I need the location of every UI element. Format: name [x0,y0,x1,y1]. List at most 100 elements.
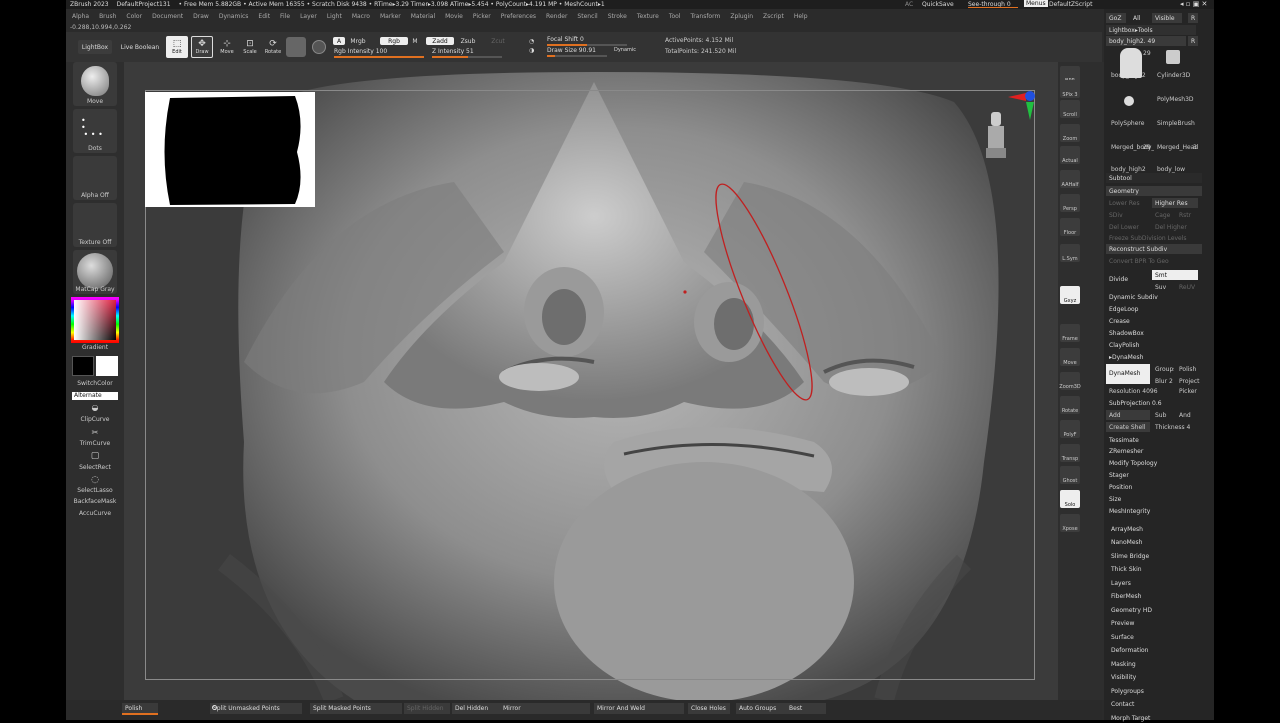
bottom-splitmasked-button[interactable]: Split Masked Points [310,703,402,714]
panel-t1n[interactable]: 29 [1140,48,1154,58]
right-zoom3d-button[interactable]: Zoom3D [1059,372,1081,390]
window-controls[interactable]: ◂ ▫ ▣ ✕ [1180,0,1207,8]
panel-nanomesh[interactable]: NanoMesh [1108,538,1204,548]
bottom-splitunmasked-button[interactable]: Split Unmasked Points [210,703,302,714]
panel-r[interactable]: R [1188,13,1198,23]
panel-deformation[interactable]: Deformation [1108,646,1204,656]
panel-suv[interactable]: Suv [1152,282,1172,292]
menu-item-edit[interactable]: Edit [258,13,270,20]
right-xpose-button[interactable]: Xpose [1060,514,1080,532]
right-actual-button[interactable]: Actual [1060,146,1080,164]
menu-item-file[interactable]: File [280,13,290,20]
panel-dynamesh[interactable]: ▸DynaMesh [1106,352,1202,362]
menu-item-color[interactable]: Color [126,13,142,20]
accucurve-button[interactable]: AccuCurve [66,510,124,517]
panel-polish[interactable]: Polish [1176,364,1198,374]
zsub-button[interactable]: Zsub [456,37,480,45]
panel-masking[interactable]: Masking [1108,659,1204,669]
panel-t5[interactable]: SimpleBrush [1154,118,1200,128]
panel-convert[interactable]: Convert BPR To Geo [1106,256,1202,266]
panel-subproj[interactable]: SubProjection 0.6 [1106,398,1202,408]
secondary-color-swatch[interactable] [72,356,94,376]
panel-picker[interactable]: Picker [1176,386,1202,396]
zcut-button[interactable]: Zcut [488,37,508,45]
edit-button[interactable]: ⬚ Edit [166,36,188,58]
bottom-splithidden-button[interactable]: Split Hidden [404,703,450,714]
panel-freeze[interactable]: Freeze SubDivision Levels [1106,233,1202,243]
focal-shift-slider[interactable]: Focal Shift 0 [547,36,584,43]
panel-lightboxtools[interactable]: Lightbox▸Tools [1106,25,1196,35]
draw-size-slider[interactable]: Draw Size 90.91 [547,47,596,54]
panel-t8n[interactable]: 29 [1140,142,1154,152]
right-spix-button[interactable]: SPix 3 [1060,80,1080,98]
panel-higherres[interactable]: Higher Res [1152,198,1198,208]
menu-item-transform[interactable]: Transform [690,13,720,20]
menu-item-preferences[interactable]: Preferences [501,13,536,20]
bottom-closeholes-button[interactable]: Close Holes [688,703,730,714]
panel-bodyhigh[interactable]: body_high2. 49 [1106,36,1186,46]
panel-size[interactable]: Size [1106,494,1202,504]
menu-item-stroke[interactable]: Stroke [608,13,627,20]
panel-visible[interactable]: Visible [1152,13,1182,23]
bottom-best-button[interactable]: Best [786,703,826,714]
panel-cage[interactable]: Cage [1152,210,1172,220]
rgb-intensity-slider[interactable]: Rgb Intensity 100 [334,48,387,55]
panel-thickness[interactable]: Thickness 4 [1152,422,1198,432]
color-sphere-icon[interactable] [312,40,326,54]
panel-createshell[interactable]: Create Shell [1106,422,1150,432]
panel-contact[interactable]: Contact [1108,700,1204,710]
menu-item-draw[interactable]: Draw [193,13,209,20]
panel-fibermesh[interactable]: FiberMesh [1108,592,1204,602]
panel-geohd[interactable]: Geometry HD [1108,605,1204,615]
m-button[interactable]: M [410,37,420,45]
panel-reconstruct[interactable]: Reconstruct Subdiv [1106,244,1202,254]
menu-item-layer[interactable]: Layer [300,13,317,20]
zadd-button[interactable]: Zadd [426,37,454,45]
dynamic-toggle[interactable]: Dynamic [614,47,636,53]
panel-goz[interactable]: GoZ [1106,13,1126,23]
trimcurve-button[interactable]: TrimCurve [66,440,124,447]
bottom-mirrorweld-button[interactable]: Mirror And Weld [594,703,684,714]
panel-shadowbox[interactable]: ShadowBox [1106,328,1202,338]
scale-button[interactable]: ⊡ Scale [239,36,261,58]
panel-tessimate[interactable]: Tessimate [1106,435,1202,445]
alternate-button[interactable]: Alternate [72,392,118,400]
panel-morph[interactable]: Morph Target [1108,713,1204,723]
right-ghost-button[interactable]: Ghost [1060,466,1080,484]
right-floor-button[interactable]: Floor [1060,218,1080,236]
panel-surface[interactable]: Surface [1108,632,1204,642]
right-frame-button[interactable]: Frame [1060,324,1080,342]
panel-slime[interactable]: Slime Bridge [1108,551,1204,561]
a-button[interactable]: A [333,37,345,45]
bottom-autogroups-button[interactable]: Auto Groups [736,703,786,714]
panel-lowerres[interactable]: Lower Res [1106,198,1152,208]
selectrect-button[interactable]: SelectRect [66,464,124,471]
right-aahalf-button[interactable]: AAHalf [1060,170,1080,188]
panel-crease[interactable]: Crease [1106,316,1202,326]
panel-delhigher[interactable]: Del Higher [1152,222,1198,232]
panel-subtool[interactable]: Subtool [1106,173,1202,183]
panel-stager[interactable]: Stager [1106,470,1202,480]
panel-smt[interactable]: Smt [1152,270,1198,280]
switchcolor-button[interactable]: SwitchColor [66,380,124,387]
panel-modtopo[interactable]: Modify Topology [1106,458,1202,468]
panel-layers[interactable]: Layers [1108,578,1204,588]
right-move-button[interactable]: Move [1060,348,1080,366]
right-transp-button[interactable]: Transp [1060,444,1080,462]
lightbox-button[interactable]: LightBox [78,40,112,54]
panel-resolution[interactable]: Resolution 4096 [1106,386,1176,396]
menu-item-zscript[interactable]: Zscript [763,13,784,20]
menu-item-macro[interactable]: Macro [352,13,370,20]
panel-reuv[interactable]: ReUV [1176,282,1196,292]
panel-arraymesh[interactable]: ArrayMesh [1108,524,1204,534]
menu-item-marker[interactable]: Marker [380,13,401,20]
default-zscript[interactable]: DefaultZScript [1049,1,1092,8]
panel-preview[interactable]: Preview [1108,619,1204,629]
quicksave-button[interactable]: QuickSave [922,1,954,8]
right-zoom-button[interactable]: Zoom [1060,124,1080,142]
menu-item-picker[interactable]: Picker [473,13,491,20]
panel-claypolish[interactable]: ClayPolish [1106,340,1202,350]
axis-gizmo-icon[interactable] [1004,88,1038,126]
menus-toggle[interactable]: Menus [1024,0,1048,7]
menu-item-render[interactable]: Render [546,13,567,20]
